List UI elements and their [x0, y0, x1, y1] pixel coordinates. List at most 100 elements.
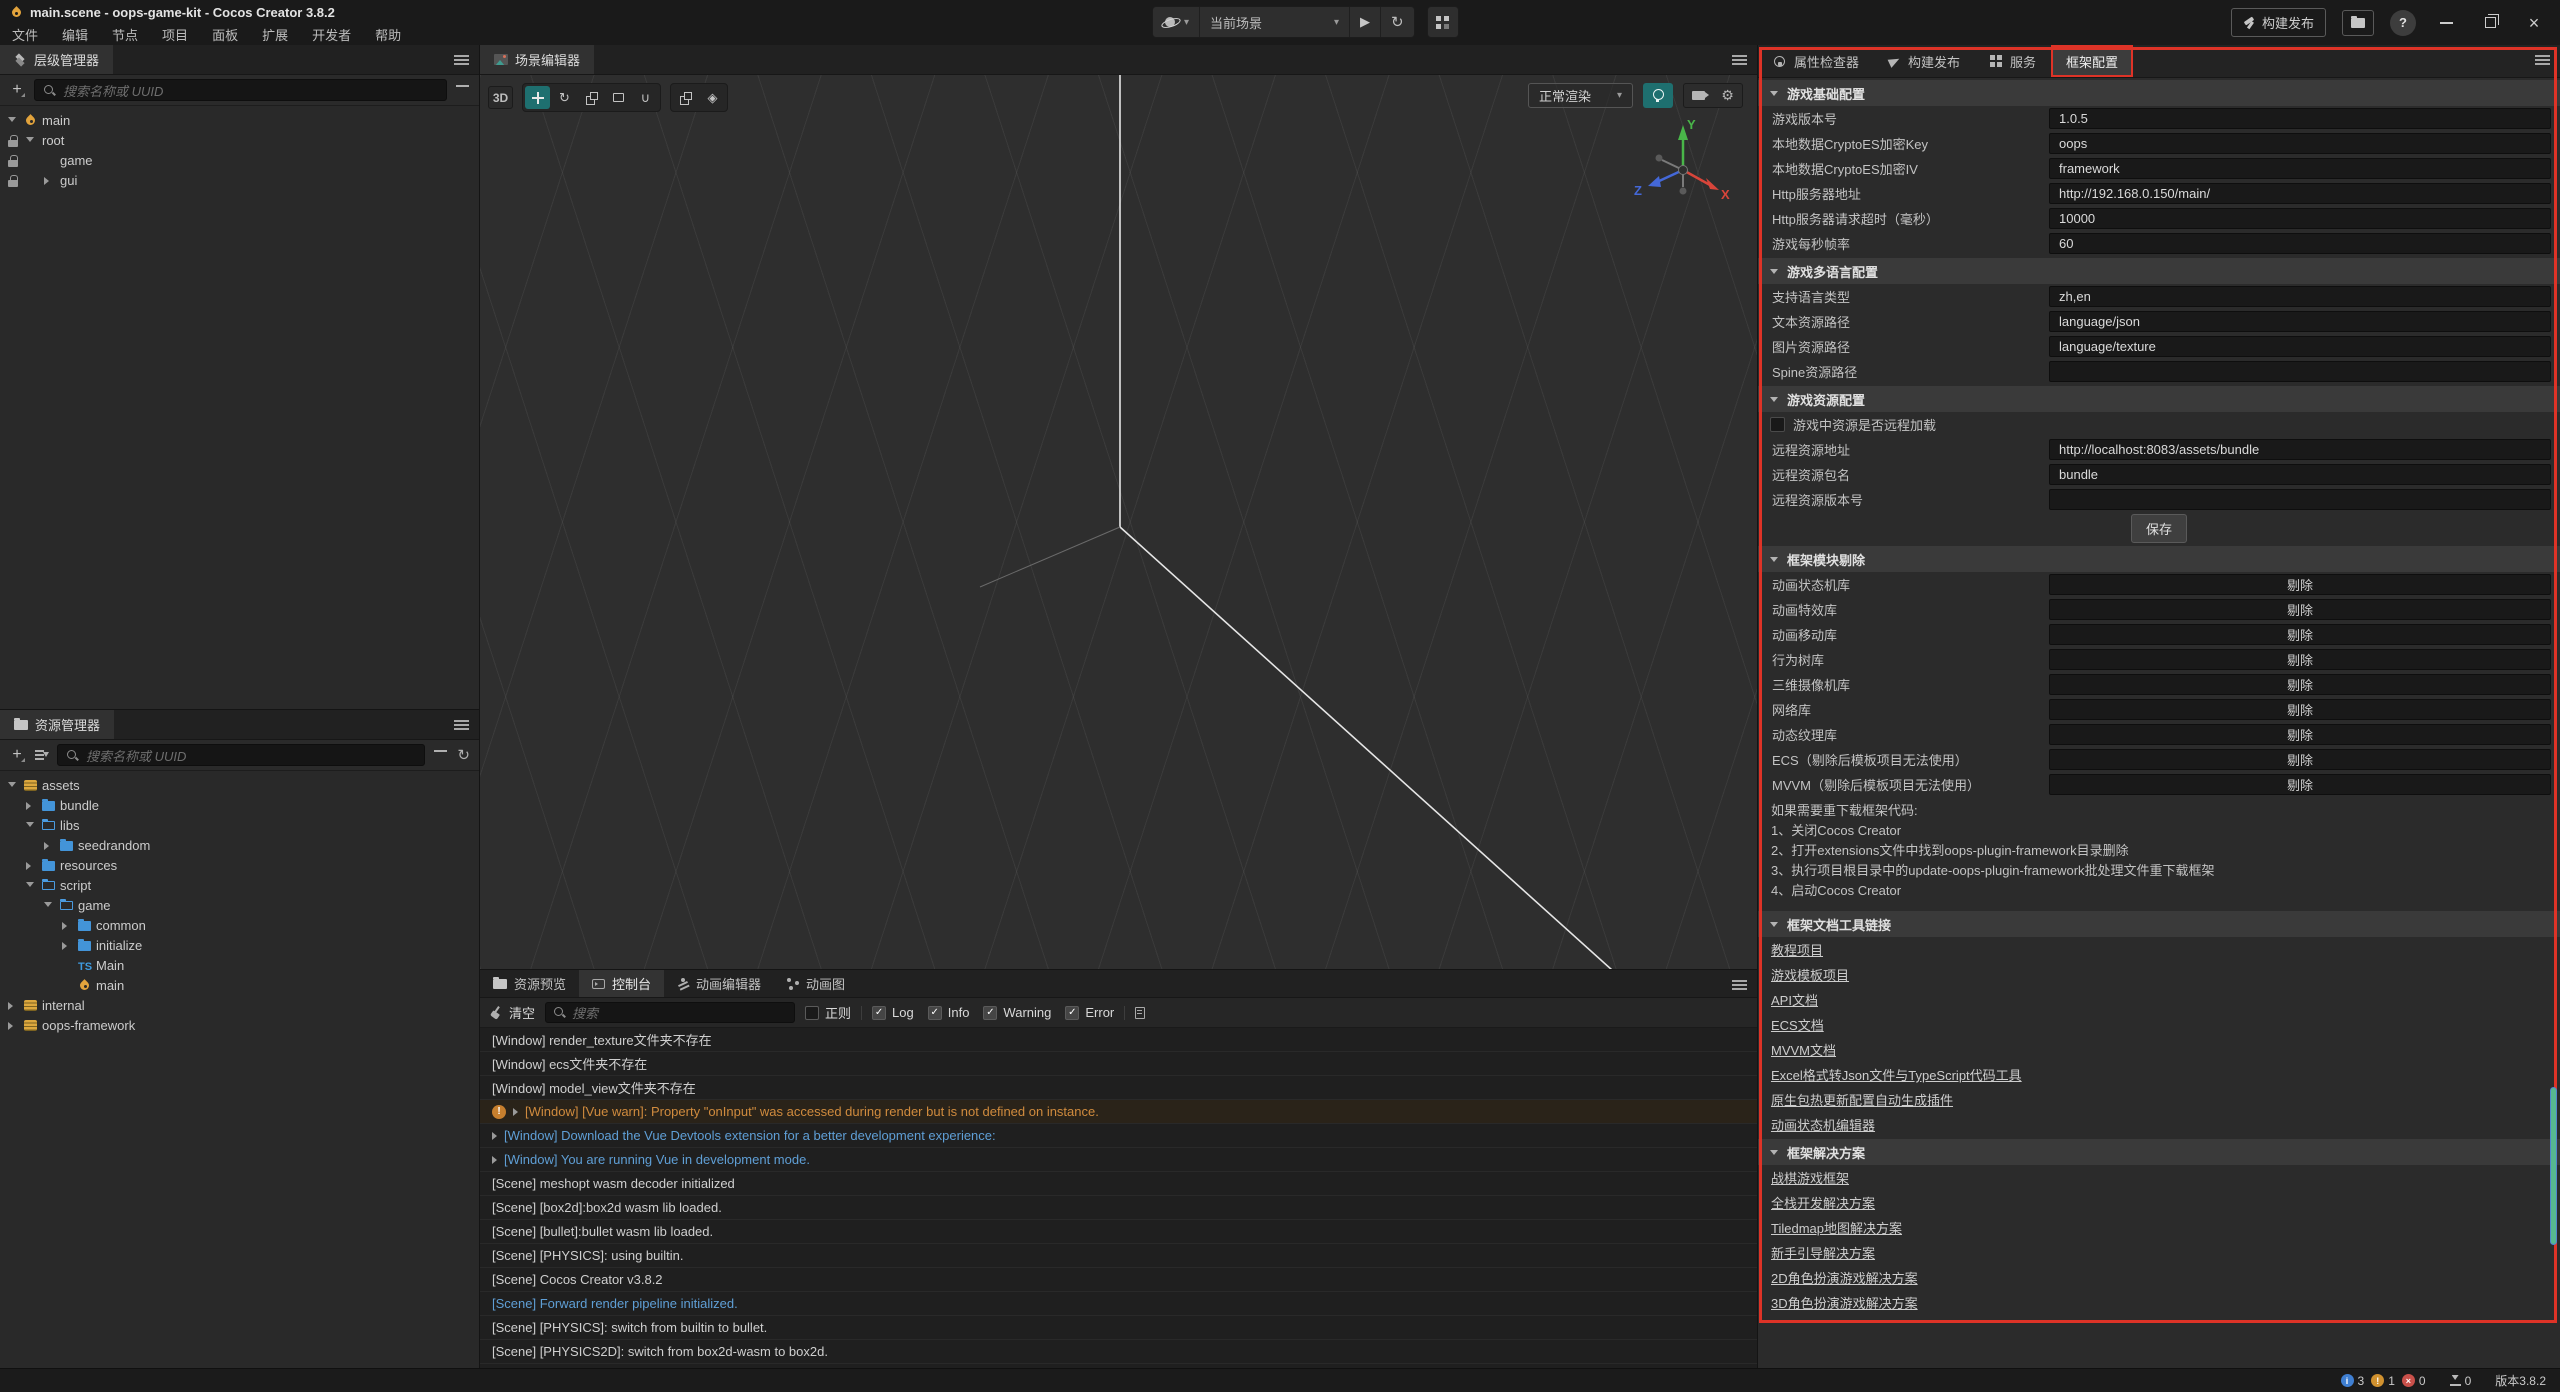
- asset-node-script[interactable]: script: [0, 876, 479, 896]
- save-button[interactable]: 保存: [2131, 514, 2187, 543]
- lighting-toggle-button[interactable]: [1643, 83, 1673, 108]
- asset-node-resources[interactable]: resources: [0, 856, 479, 876]
- section-header-游戏基础配置[interactable]: 游戏基础配置: [1758, 80, 2560, 106]
- hierarchy-node-gui[interactable]: gui: [0, 171, 479, 191]
- collapse-arrow-icon[interactable]: [44, 902, 52, 907]
- filter-icon[interactable]: [434, 749, 448, 761]
- snap-settings-button[interactable]: [673, 86, 698, 109]
- panel-menu-icon[interactable]: [2535, 55, 2550, 57]
- filter-info-checkbox[interactable]: ✓Info: [928, 1005, 970, 1020]
- menu-item-扩展[interactable]: 扩展: [250, 25, 300, 44]
- remove-module-button-ECS（剔除后模板项目无法使用）[interactable]: 剔除: [2049, 749, 2551, 770]
- menu-item-项目[interactable]: 项目: [150, 25, 200, 44]
- console-search-input[interactable]: 搜索: [545, 1002, 795, 1023]
- asset-node-game[interactable]: game: [0, 896, 479, 916]
- restart-button[interactable]: ↻: [1381, 7, 1414, 37]
- expand-arrow-icon[interactable]: [44, 842, 49, 850]
- link-Tiledmap地图解决方案[interactable]: Tiledmap地图解决方案: [1771, 1218, 1902, 1237]
- panel-menu-icon[interactable]: [1732, 980, 1747, 982]
- section-header-框架解决方案[interactable]: 框架解决方案: [1758, 1139, 2560, 1165]
- open-project-folder-button[interactable]: [2342, 10, 2374, 36]
- filter-error-checkbox[interactable]: ✓Error: [1065, 1005, 1114, 1020]
- tab-资源预览[interactable]: 资源预览: [480, 970, 579, 997]
- field-input-远程资源地址[interactable]: http://localhost:8083/assets/bundle: [2049, 439, 2551, 460]
- remove-module-button-动态纹理库[interactable]: 剔除: [2049, 724, 2551, 745]
- menu-item-帮助[interactable]: 帮助: [363, 25, 413, 44]
- menu-item-编辑[interactable]: 编辑: [50, 25, 100, 44]
- hierarchy-node-main[interactable]: main: [0, 111, 479, 131]
- camera-settings-button[interactable]: [1684, 84, 1713, 107]
- field-input-远程资源版本号[interactable]: [2049, 489, 2551, 510]
- field-input-游戏版本号[interactable]: 1.0.5: [2049, 108, 2551, 129]
- asset-node-assets[interactable]: assets: [0, 776, 479, 796]
- hierarchy-node-root[interactable]: root: [0, 131, 479, 151]
- asset-node-common[interactable]: common: [0, 916, 479, 936]
- scale-tool-button[interactable]: [579, 86, 604, 109]
- panel-menu-icon[interactable]: [454, 55, 469, 57]
- axis-gizmo[interactable]: Y X Z: [1628, 115, 1738, 225]
- tab-属性检查器[interactable]: 属性检查器: [1758, 45, 1874, 77]
- link-新手引导解决方案[interactable]: 新手引导解决方案: [1771, 1243, 1875, 1262]
- filter-warning-checkbox[interactable]: ✓Warning: [983, 1005, 1051, 1020]
- rotate-tool-button[interactable]: ↻: [552, 86, 577, 109]
- asset-node-Main[interactable]: TSMain: [0, 956, 479, 976]
- menu-item-面板[interactable]: 面板: [200, 25, 250, 44]
- checkbox-icon[interactable]: [1770, 417, 1785, 432]
- link-游戏模板项目[interactable]: 游戏模板项目: [1771, 965, 1849, 984]
- tab-控制台[interactable]: 控制台: [579, 970, 664, 997]
- collapse-arrow-icon[interactable]: [26, 822, 34, 827]
- local-world-space-button[interactable]: ◈: [700, 86, 725, 109]
- assets-search-input[interactable]: 搜索名称或 UUID: [57, 744, 425, 766]
- remove-module-button-动画状态机库[interactable]: 剔除: [2049, 574, 2551, 595]
- expand-arrow-icon[interactable]: [44, 177, 49, 185]
- scrollbar-thumb[interactable]: [2550, 1087, 2557, 1245]
- tab-动画图[interactable]: 动画图: [774, 970, 858, 997]
- remove-module-button-网络库[interactable]: 剔除: [2049, 699, 2551, 720]
- link-Excel格式转Json文件与TypeScript代码工具[interactable]: Excel格式转Json文件与TypeScript代码工具: [1771, 1065, 2022, 1084]
- remove-module-button-动画特效库[interactable]: 剔除: [2049, 599, 2551, 620]
- remove-module-button-动画移动库[interactable]: 剔除: [2049, 624, 2551, 645]
- section-header-游戏资源配置[interactable]: 游戏资源配置: [1758, 386, 2560, 412]
- collapse-arrow-icon[interactable]: [26, 137, 34, 142]
- remove-module-button-MVVM（剔除后模板项目无法使用）[interactable]: 剔除: [2049, 774, 2551, 795]
- refresh-assets-button[interactable]: ↻: [457, 746, 470, 764]
- sort-assets-button[interactable]: [34, 748, 48, 762]
- link-战棋游戏框架[interactable]: 战棋游戏框架: [1771, 1168, 1849, 1187]
- rect-tool-button[interactable]: [606, 86, 631, 109]
- remove-module-button-三维摄像机库[interactable]: 剔除: [2049, 674, 2551, 695]
- hierarchy-node-game[interactable]: game: [0, 151, 479, 171]
- scene-viewport[interactable]: 3D ↻ ∪ ◈: [480, 75, 1757, 969]
- menu-item-开发者[interactable]: 开发者: [300, 25, 363, 44]
- filter-icon[interactable]: [456, 84, 470, 96]
- minimize-button[interactable]: [2432, 22, 2460, 24]
- expand-arrow-icon[interactable]: [513, 1108, 518, 1116]
- link-MVVM文档[interactable]: MVVM文档: [1771, 1040, 1836, 1059]
- preview-target-dropdown[interactable]: ▾: [1153, 7, 1200, 37]
- asset-node-bundle[interactable]: bundle: [0, 796, 479, 816]
- menu-item-节点[interactable]: 节点: [100, 25, 150, 44]
- tab-scene-editor[interactable]: 场景编辑器: [480, 45, 594, 74]
- link-API文档[interactable]: API文档: [1771, 990, 1818, 1009]
- hierarchy-search-input[interactable]: 搜索名称或 UUID: [34, 79, 447, 101]
- asset-node-oops-framework[interactable]: oops-framework: [0, 1016, 479, 1036]
- tab-构建发布[interactable]: 构建发布: [1874, 45, 1975, 77]
- expand-arrow-icon[interactable]: [8, 1002, 13, 1010]
- field-input-文本资源路径[interactable]: language/json: [2049, 311, 2551, 332]
- link-动画状态机编辑器[interactable]: 动画状态机编辑器: [1771, 1115, 1875, 1134]
- remove-module-button-行为树库[interactable]: 剔除: [2049, 649, 2551, 670]
- link-ECS文档[interactable]: ECS文档: [1771, 1015, 1824, 1034]
- section-header-框架模块剔除[interactable]: 框架模块剔除: [1758, 546, 2560, 572]
- expand-arrow-icon[interactable]: [492, 1156, 497, 1164]
- regex-checkbox[interactable]: 正则: [805, 1003, 851, 1022]
- tab-hierarchy[interactable]: 层级管理器: [0, 45, 113, 74]
- field-input-支持语言类型[interactable]: zh,en: [2049, 286, 2551, 307]
- close-button[interactable]: ×: [2520, 14, 2548, 32]
- create-node-button[interactable]: +: [9, 82, 25, 98]
- clear-console-button[interactable]: 清空: [490, 1003, 535, 1022]
- field-input-远程资源包名[interactable]: bundle: [2049, 464, 2551, 485]
- asset-node-main[interactable]: main: [0, 976, 479, 996]
- tab-assets[interactable]: 资源管理器: [0, 710, 114, 739]
- asset-node-libs[interactable]: libs: [0, 816, 479, 836]
- expand-arrow-icon[interactable]: [26, 802, 31, 810]
- expand-arrow-icon[interactable]: [62, 942, 67, 950]
